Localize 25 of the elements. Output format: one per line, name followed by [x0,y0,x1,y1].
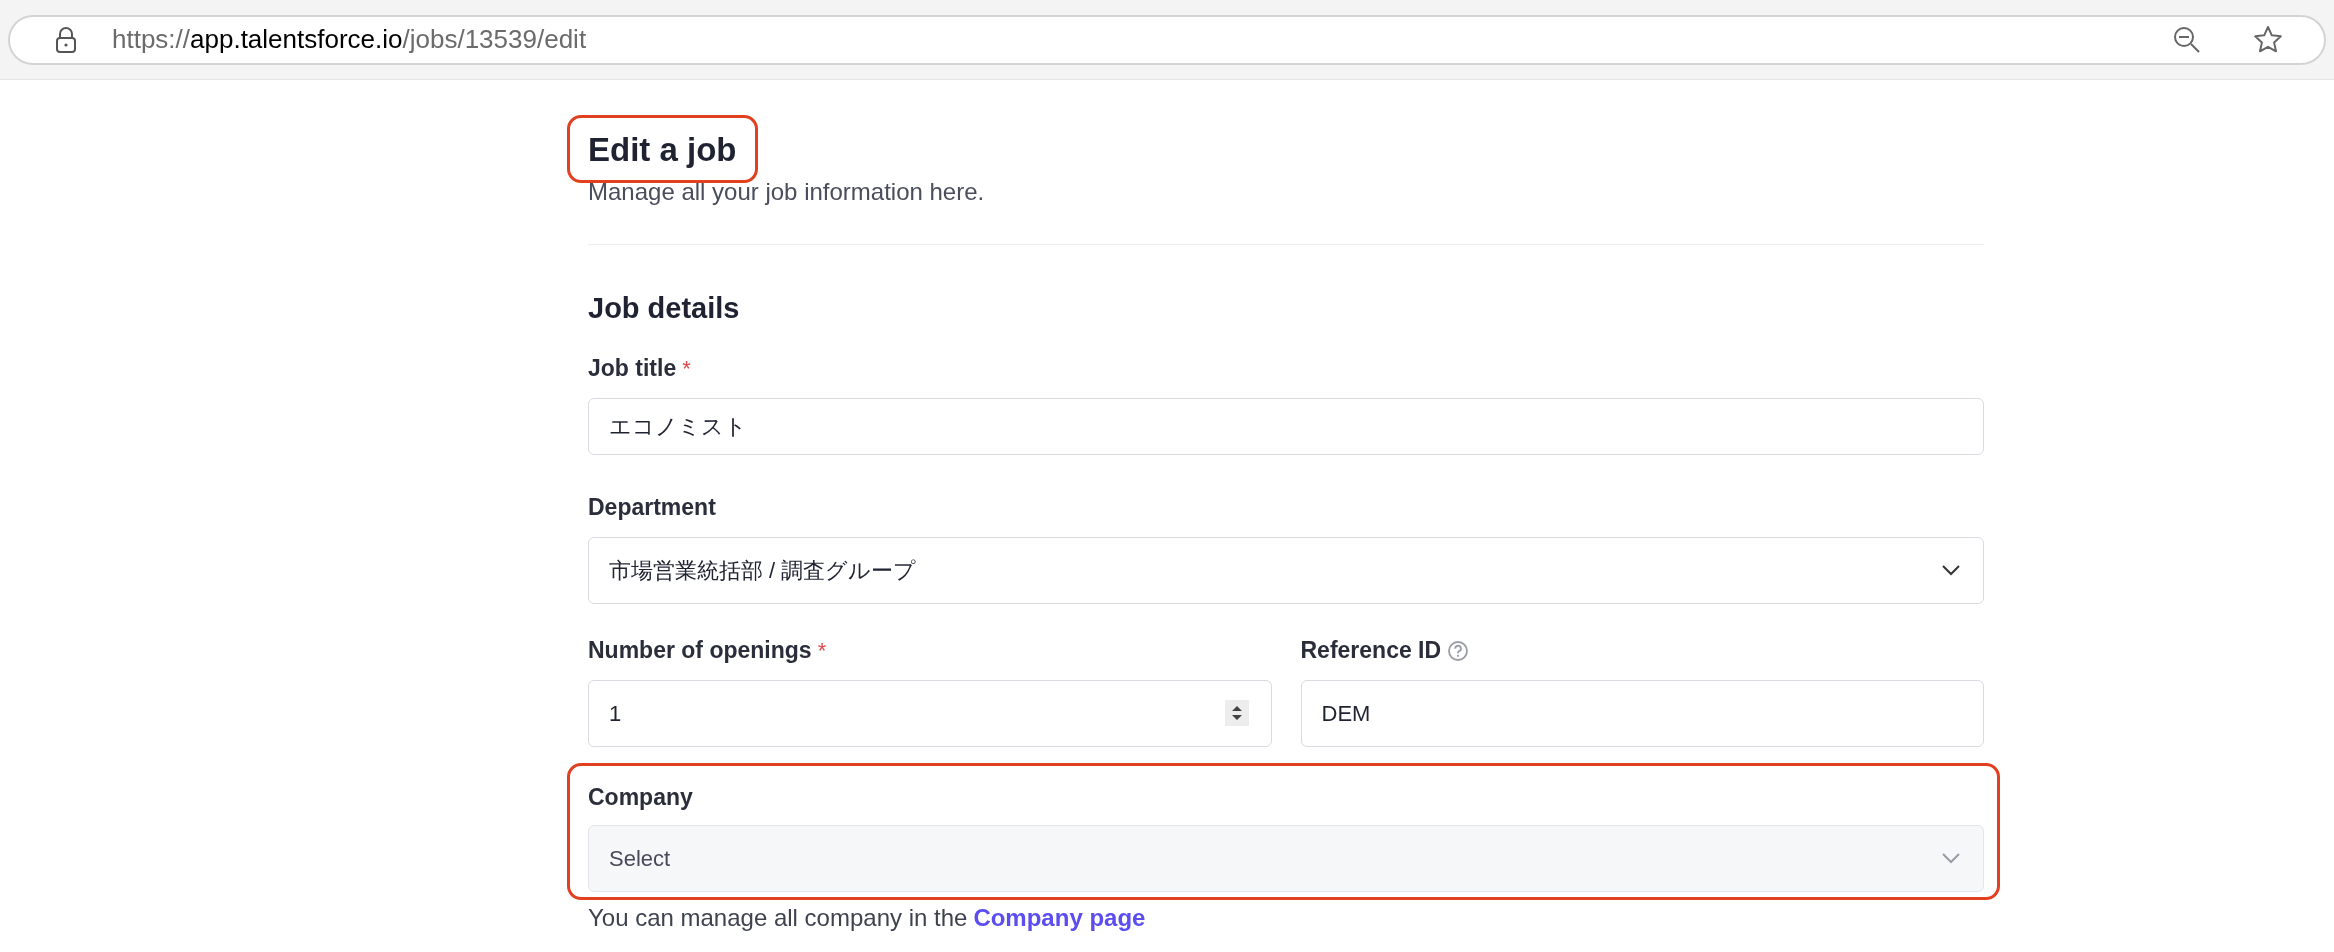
lock-icon [54,25,78,54]
field-label: Company [588,783,693,813]
field-label: Reference ID [1300,636,1442,666]
page-title: Edit a job [588,130,737,170]
stepper-icon[interactable] [1224,700,1249,726]
field-label: Number of openings [588,636,812,666]
chevron-down-icon [1941,852,1961,864]
address-bar[interactable]: https://app.talentsforce.io/jobs/13539/edit [8,14,2326,65]
help-icon[interactable] [1447,639,1470,662]
company-page-link[interactable]: Company page [973,899,1146,936]
section-title: Job details [588,291,741,326]
url-text: https://app.talentsforce.io/jobs/13539/edit [112,23,587,56]
select-field[interactable]: 市場営業統括部 / 調査グループ [588,536,1984,604]
page-subtitle: Manage all your job information here. [588,177,986,207]
required-mark: * [682,355,691,383]
zoom-out-icon[interactable] [2172,24,2202,55]
select-field[interactable]: Select [588,824,1984,892]
hint-text: You can manage all company in the [588,902,968,933]
field-label: Job title [588,354,677,384]
field-label: Department [588,493,716,523]
required-mark: * [817,637,827,665]
input-field[interactable]: エコノミスト [588,397,1984,455]
input-field[interactable]: DEM [1300,679,1984,747]
chevron-down-icon [1941,564,1961,576]
number-field[interactable]: 1 [588,679,1272,747]
